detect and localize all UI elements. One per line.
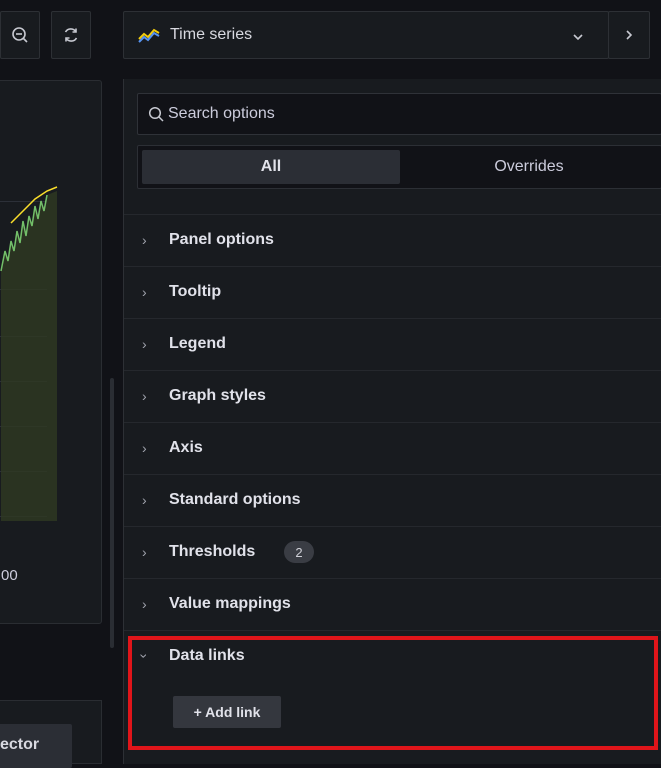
series-graph bbox=[0, 186, 58, 521]
refresh-icon bbox=[64, 28, 78, 42]
section-tooltip[interactable]: › Tooltip bbox=[124, 266, 661, 318]
chevron-right-icon: › bbox=[142, 232, 147, 248]
options-tab-switch: All Overrides bbox=[137, 145, 661, 189]
tab-all[interactable]: All bbox=[142, 150, 400, 184]
tab-overrides[interactable]: Overrides bbox=[400, 150, 658, 184]
section-label: Legend bbox=[169, 335, 226, 352]
section-label: Panel options bbox=[169, 231, 274, 248]
section-legend[interactable]: › Legend bbox=[124, 318, 661, 370]
section-axis[interactable]: › Axis bbox=[124, 422, 661, 474]
pane-resize-handle[interactable] bbox=[110, 378, 114, 648]
chevron-right-icon: › bbox=[142, 440, 147, 456]
zoom-out-icon bbox=[12, 27, 28, 43]
section-graph-styles[interactable]: › Graph styles bbox=[124, 370, 661, 422]
section-label: Graph styles bbox=[169, 387, 266, 404]
chevron-right-icon: › bbox=[142, 596, 147, 612]
section-label: Data links bbox=[169, 647, 245, 664]
axis-tick-label: 00 bbox=[1, 567, 18, 584]
visualization-picker[interactable]: Time series bbox=[123, 11, 609, 59]
refresh-button[interactable] bbox=[51, 11, 91, 59]
section-standard-options[interactable]: › Standard options bbox=[124, 474, 661, 526]
section-thresholds[interactable]: › Thresholds 2 bbox=[124, 526, 661, 578]
chevron-right-icon: › bbox=[142, 544, 147, 560]
chevron-down-icon[interactable] bbox=[572, 32, 584, 42]
section-label: Thresholds bbox=[169, 543, 256, 560]
section-label: Tooltip bbox=[169, 283, 222, 300]
chevron-right-icon: › bbox=[142, 388, 147, 404]
section-label: Axis bbox=[169, 439, 203, 456]
section-label: Standard options bbox=[169, 491, 301, 508]
add-link-button[interactable]: + Add link bbox=[173, 696, 281, 728]
search-placeholder: Search options bbox=[168, 105, 275, 122]
time-series-icon bbox=[138, 28, 160, 43]
section-value-mappings[interactable]: › Value mappings bbox=[124, 578, 661, 630]
options-pane: Search options All Overrides › Panel opt… bbox=[123, 79, 661, 764]
zoom-out-button[interactable] bbox=[0, 11, 40, 59]
chevron-right-icon: › bbox=[142, 492, 147, 508]
section-label: Value mappings bbox=[169, 595, 291, 612]
chevron-right-icon bbox=[626, 30, 633, 40]
count-badge: 2 bbox=[284, 541, 314, 563]
visualization-title: Time series bbox=[170, 26, 253, 43]
section-panel-options[interactable]: › Panel options bbox=[124, 214, 661, 266]
search-options-input[interactable]: Search options bbox=[137, 93, 661, 135]
section-data-links[interactable]: › Data links bbox=[124, 630, 661, 682]
chevron-right-icon: › bbox=[142, 284, 147, 300]
panel-preview: 00 bbox=[0, 80, 102, 624]
search-icon bbox=[148, 106, 164, 122]
chevron-down-icon: › bbox=[136, 653, 153, 659]
chevron-right-icon: › bbox=[142, 336, 147, 352]
query-inspector-button[interactable]: ector bbox=[0, 724, 72, 768]
toggle-options-button[interactable] bbox=[608, 11, 650, 59]
